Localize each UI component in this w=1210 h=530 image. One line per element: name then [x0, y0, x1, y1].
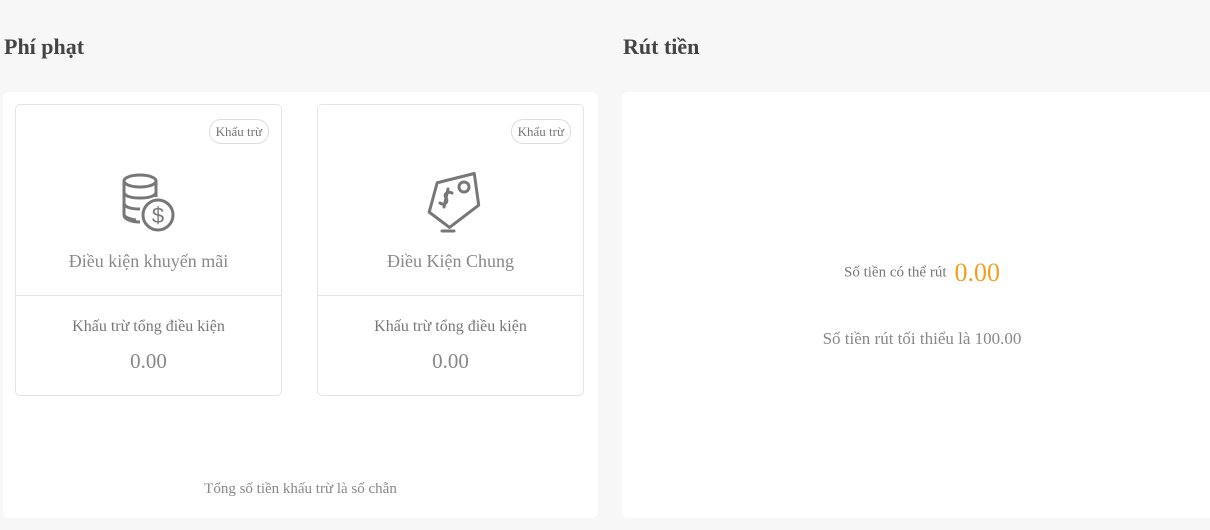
withdraw-available-row: Số tiền có thể rút 0.00: [622, 258, 1210, 288]
penalty-total-note: Tổng số tiền khấu trừ là số chẵn: [204, 481, 397, 497]
withdraw-available-label: Số tiền có thể rút: [844, 264, 947, 281]
penalty-panel: Khấu trừ $ Điều kiện khuyến mãi Khấu trừ…: [3, 92, 598, 518]
card-name: Điều kiện khuyến mãi: [68, 251, 229, 271]
withdraw-panel: Số tiền có thể rút 0.00 Số tiền rút tối …: [622, 92, 1210, 518]
withdraw-section-title: Rút tiền: [623, 34, 700, 59]
general-condition-card[interactable]: Khấu trừ Điều Kiện Chung Khấu trừ tổng đ…: [317, 104, 584, 396]
svg-text:$: $: [151, 203, 163, 228]
deduct-badge: Khấu trừ: [510, 119, 571, 144]
penalty-section-title: Phí phạt: [4, 34, 85, 59]
card-deduct-label: Khấu trừ tổng điều kiện: [374, 318, 527, 335]
card-deduct-value: 0.00: [130, 349, 167, 373]
withdraw-minimum-note: Số tiền rút tối thiểu là 100.00: [822, 329, 1022, 348]
withdraw-available-amount: 0.00: [954, 258, 1000, 287]
card-deduct-value: 0.00: [432, 349, 469, 373]
card-divider: [318, 295, 583, 296]
coins-dollar-icon: $: [122, 173, 174, 232]
price-tag-icon: [427, 171, 480, 233]
promo-condition-card[interactable]: Khấu trừ $ Điều kiện khuyến mãi Khấu trừ…: [15, 104, 282, 396]
card-name: Điều Kiện Chung: [387, 251, 514, 271]
card-divider: [16, 295, 281, 296]
deduct-badge: Khấu trừ: [208, 119, 269, 144]
card-deduct-label: Khấu trừ tổng điều kiện: [72, 318, 225, 335]
